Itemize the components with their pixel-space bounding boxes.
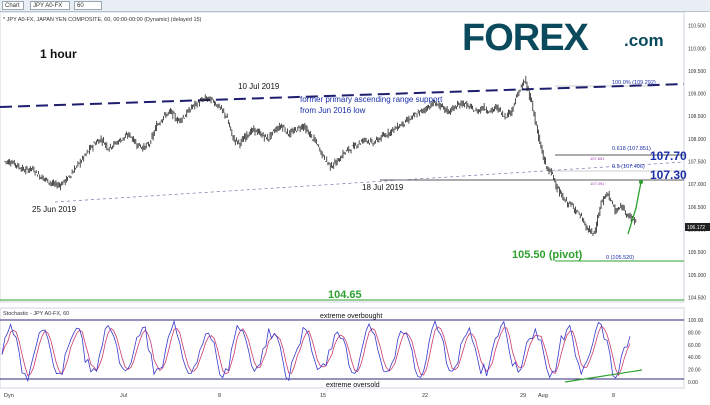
fib-0-label: 0 (105.520) (606, 255, 634, 261)
time-tick: 29 (520, 393, 526, 399)
price-tick: 106.500 (688, 205, 706, 211)
stoch-tick: 0.00 (688, 380, 698, 386)
overbought-label: extreme overbought (320, 313, 382, 320)
small-label-1: 107.651 (590, 156, 605, 161)
price-tick: 104.500 (688, 295, 706, 301)
small-label-2: 107.091 (590, 181, 605, 186)
fib-5-label: 0.5 (107.406) (612, 164, 645, 170)
chart-toolbar: Chart JPY A0-FX 60 (0, 0, 710, 12)
stoch-tick: 60.00 (688, 343, 701, 349)
level-10770-text: 107.70 (650, 149, 687, 163)
price-tick: 107.000 (688, 182, 706, 188)
price-tick: 107.500 (688, 160, 706, 166)
fib-618-label: 0.618 (107.851) (612, 146, 651, 152)
stoch-tick: 100.00 (688, 318, 704, 324)
time-tick: Aug (538, 393, 548, 399)
interval-select[interactable]: 60 (74, 1, 102, 10)
support-10465-text: 104.65 (328, 289, 362, 301)
projected-point (639, 180, 643, 184)
symbol-input[interactable]: JPY A0-FX (30, 1, 70, 10)
price-tick: 110.000 (688, 46, 706, 52)
price-tick: 109.500 (688, 69, 706, 75)
pivot-text: 105.50 (pivot) (512, 249, 583, 261)
logo-suffix: .com (624, 31, 664, 50)
level-10730-text: 107.30 (650, 168, 687, 182)
price-tick: 105.500 (688, 250, 706, 256)
chart-area: * JPY A0-FX, JAPAN YEN COMPOSITE, 60, 00… (0, 11, 710, 400)
price-tick: 110.500 (688, 24, 706, 30)
timeframe-label: 1 hour (40, 47, 77, 61)
time-tick: 15 (320, 393, 326, 399)
low-date-1-label: 25 Jun 2019 (32, 205, 77, 214)
price-tick: 105.000 (688, 273, 706, 279)
stoch-tick: 80.00 (688, 330, 701, 336)
tab-chart[interactable]: Chart (2, 1, 24, 10)
last-price-text: 106.172 (687, 225, 705, 231)
stoch-tick: 20.00 (688, 368, 701, 374)
fib-100-label: 100.0% (109.292) (612, 80, 656, 86)
price-tick: 108.500 (688, 114, 706, 120)
time-tick: 8 (612, 393, 615, 399)
low-date-2-label: 18 Jul 2019 (362, 183, 404, 192)
time-tick: 8 (218, 393, 221, 399)
price-tick: 109.000 (688, 92, 706, 98)
stoch-tick: 40.00 (688, 355, 701, 361)
range-support-label-2: from Jun 2016 low (300, 106, 366, 115)
stochastic-label: Stochastic - JPY A0-FX, 60 (3, 311, 69, 317)
logo-text: FOREX (462, 17, 590, 59)
instrument-header: * JPY A0-FX, JAPAN YEN COMPOSITE, 60, 00… (3, 17, 202, 23)
oversold-label: extreme oversold (326, 382, 380, 389)
range-support-label: former primary ascending range support (300, 95, 443, 104)
price-chart[interactable]: * JPY A0-FX, JAPAN YEN COMPOSITE, 60, 00… (0, 11, 710, 400)
price-tick: 108.000 (688, 137, 706, 143)
time-tick: Jul (120, 393, 127, 399)
high-date-label: 10 Jul 2019 (238, 82, 280, 91)
time-tick: Dyn (4, 393, 14, 399)
time-tick: 22 (422, 393, 428, 399)
